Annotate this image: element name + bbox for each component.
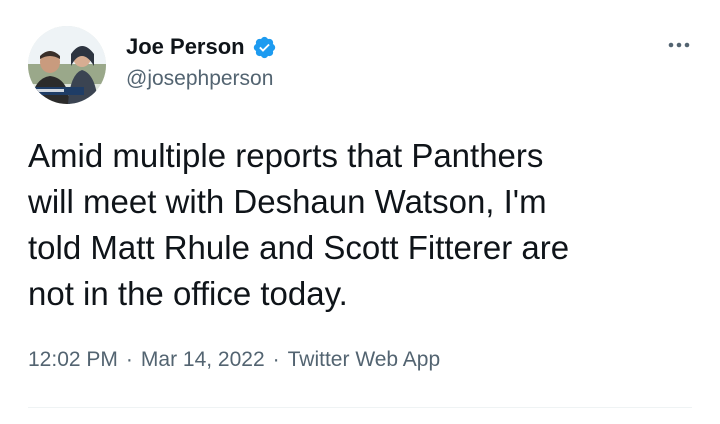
tweet-card: Joe Person @josephperson Amid multiple r… [0,0,720,424]
more-horizontal-icon [668,35,690,53]
tweet-date[interactable]: Mar 14, 2022 [141,348,265,372]
avatar-photo [28,26,106,104]
tweet-source[interactable]: Twitter Web App [288,348,441,372]
meta-separator: · [272,348,280,371]
divider [28,407,692,408]
avatar[interactable] [28,26,106,104]
author-name-row: Joe Person [126,33,277,61]
user-handle[interactable]: @josephperson [126,67,273,91]
display-name[interactable]: Joe Person [126,34,245,60]
tweet-text: Amid multiple reports that Panthers will… [28,137,570,312]
tweet-metadata: 12:02 PM · Mar 14, 2022 · Twitter Web Ap… [28,348,440,372]
tweet-time[interactable]: 12:02 PM [28,348,118,372]
more-options-button[interactable] [662,33,696,55]
meta-separator: · [125,348,133,371]
verified-badge-icon [252,35,277,60]
